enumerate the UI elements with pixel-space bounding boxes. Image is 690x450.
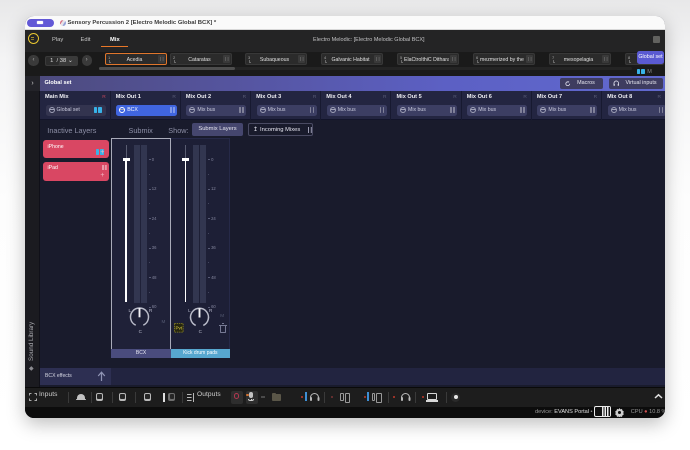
svg-text:Pvt: Pvt — [175, 325, 182, 330]
